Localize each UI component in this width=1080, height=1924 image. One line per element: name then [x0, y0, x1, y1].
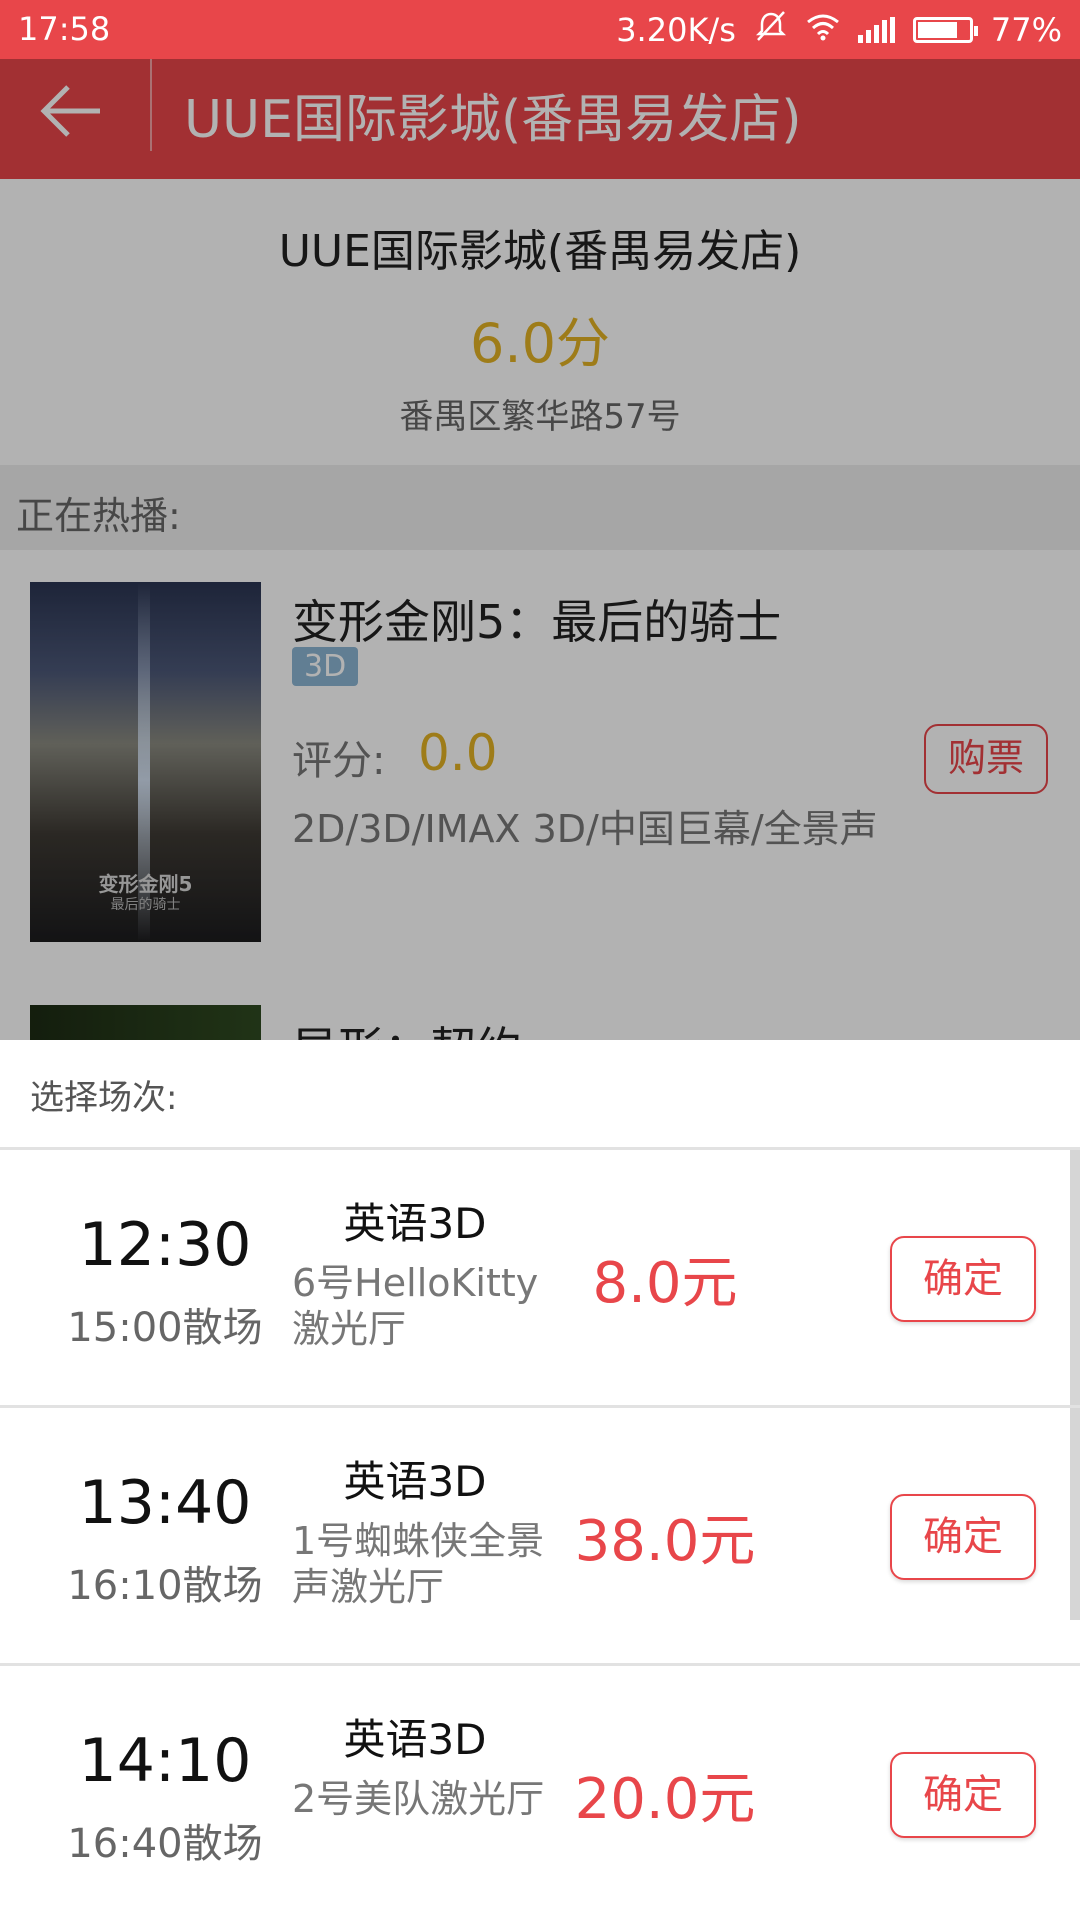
confirm-button[interactable]: 确定 [890, 1236, 1036, 1322]
hall-name: 2号美队激光厅 [292, 1777, 545, 1821]
battery-icon [912, 17, 978, 43]
status-bar: 17:58 3.20K/s 77% [0, 0, 1080, 59]
network-speed: 3.20K/s [616, 11, 736, 49]
showtime-row: 12:30 15:00散场 英语3D 6号HelloKitty激光厅 8.0元 … [0, 1150, 1080, 1408]
price: 8.0元 [592, 1251, 738, 1316]
showtime-row: 14:10 16:40散场 英语3D 2号美队激光厅 20.0元 确定 [0, 1666, 1080, 1924]
language: 英语3D [343, 1715, 487, 1764]
mute-bell-icon [754, 10, 788, 50]
price: 38.0元 [574, 1509, 756, 1574]
status-time: 17:58 [18, 10, 111, 48]
language: 英语3D [343, 1457, 487, 1506]
showtime-header: 选择场次: [30, 1078, 178, 1118]
language: 英语3D [343, 1199, 487, 1248]
confirm-button[interactable]: 确定 [890, 1494, 1036, 1580]
wifi-icon [806, 11, 840, 49]
showtime-row: 13:40 16:10散场 英语3D 1号蜘蛛侠全景声激光厅 38.0元 确定 [0, 1408, 1080, 1666]
confirm-button[interactable]: 确定 [890, 1752, 1036, 1838]
price: 20.0元 [574, 1767, 756, 1832]
end-time: 16:10散场 [67, 1563, 263, 1609]
signal-icon [857, 17, 895, 43]
end-time: 16:40散场 [67, 1821, 263, 1867]
showtime-sheet: 选择场次: 12:30 15:00散场 英语3D 6号HelloKitty激光厅… [0, 1040, 1080, 1920]
hall-name: 1号蜘蛛侠全景声激光厅 [292, 1519, 545, 1609]
dim-overlay[interactable] [0, 59, 1080, 1040]
battery-level: 77% [990, 11, 1062, 49]
status-icons: 3.20K/s 77% [616, 10, 1062, 50]
hall-name: 6号HelloKitty激光厅 [292, 1261, 539, 1351]
end-time: 15:00散场 [67, 1305, 263, 1351]
